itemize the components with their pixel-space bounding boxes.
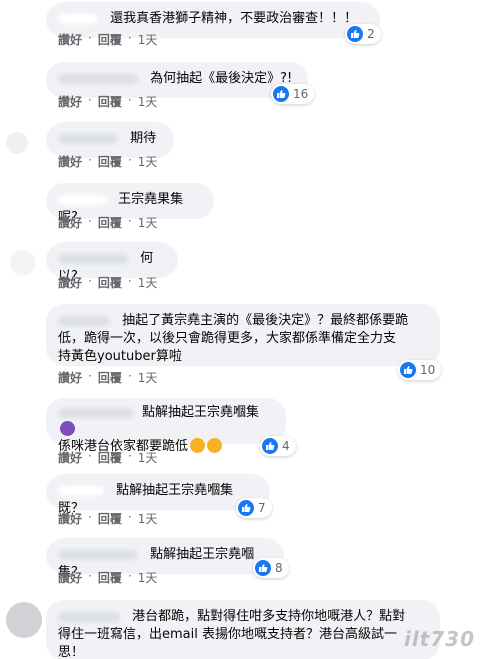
like-link[interactable]: 讚好	[58, 510, 82, 527]
timestamp[interactable]: 1天	[138, 369, 158, 386]
like-link[interactable]: 讚好	[58, 31, 82, 48]
reply-link[interactable]: 回覆	[98, 31, 122, 48]
separator: ·	[127, 153, 132, 167]
comment-bubble: 抽起了黃宗堯主演的《最後決定》？最終都係要跪 低，跪得一次，以後只會跪得更多，大…	[46, 304, 440, 366]
separator: ·	[127, 214, 132, 228]
separator: ·	[127, 510, 132, 524]
timestamp[interactable]: 1天	[138, 153, 158, 170]
like-icon	[262, 438, 278, 454]
reaction-count[interactable]: 16	[271, 84, 315, 104]
reaction-number: 8	[275, 561, 283, 575]
avatar[interactable]	[6, 602, 42, 638]
like-link[interactable]: 讚好	[58, 93, 82, 110]
comment-bubble: 點解抽起王宗堯嗰集 係咪港台依家都要跪低	[46, 398, 286, 454]
separator: ·	[127, 369, 132, 383]
commenter-name[interactable]	[58, 485, 104, 496]
separator: ·	[88, 31, 92, 45]
reaction-number: 2	[367, 27, 375, 41]
like-link[interactable]: 讚好	[58, 274, 82, 291]
reaction-count[interactable]: 2	[345, 24, 381, 44]
timestamp[interactable]: 1天	[138, 93, 158, 110]
reply-link[interactable]: 回覆	[98, 510, 122, 527]
reply-link[interactable]: 回覆	[98, 93, 122, 110]
frown-emoji-icon	[190, 438, 206, 453]
commenter-name[interactable]	[58, 315, 110, 326]
avatar[interactable]	[6, 132, 28, 154]
separator: ·	[127, 569, 132, 583]
reaction-number: 4	[282, 439, 290, 453]
reaction-number: 16	[293, 87, 309, 101]
comment-actions: 讚好 · 回覆 · 1天	[58, 214, 157, 231]
commenter-name[interactable]	[58, 194, 106, 205]
separator: ·	[127, 274, 132, 288]
reply-link[interactable]: 回覆	[98, 369, 122, 386]
comment-actions: 讚好 · 回覆 · 1天	[58, 449, 157, 466]
reply-link[interactable]: 回覆	[98, 214, 122, 231]
comment-actions: 讚好 · 回覆 · 1天	[58, 569, 157, 586]
separator: ·	[88, 214, 92, 228]
commenter-name[interactable]	[58, 13, 98, 24]
like-icon	[255, 560, 271, 576]
reaction-count[interactable]: 7	[236, 498, 272, 518]
reply-link[interactable]: 回覆	[98, 569, 122, 586]
reply-link[interactable]: 回覆	[98, 274, 122, 291]
timestamp[interactable]: 1天	[138, 31, 158, 48]
avatar[interactable]	[10, 250, 36, 276]
commenter-name[interactable]	[58, 549, 138, 560]
commenter-name[interactable]	[58, 611, 120, 622]
comment-actions: 讚好 · 回覆 · 1天	[58, 31, 157, 48]
separator: ·	[88, 274, 92, 288]
comment-text: 點解抽起王宗堯嗰集	[142, 405, 260, 420]
separator: ·	[88, 569, 92, 583]
like-link[interactable]: 讚好	[58, 449, 82, 466]
reaction-count[interactable]: 10	[398, 360, 442, 380]
timestamp[interactable]: 1天	[138, 569, 158, 586]
like-icon	[273, 86, 289, 102]
reply-link[interactable]: 回覆	[98, 153, 122, 170]
separator: ·	[88, 510, 92, 524]
comment-bubble: 何以?	[46, 242, 178, 284]
devil-emoji-icon	[60, 421, 75, 436]
like-link[interactable]: 讚好	[58, 569, 82, 586]
commenter-name[interactable]	[58, 253, 128, 264]
comment-actions: 讚好 · 回覆 · 1天	[58, 369, 157, 386]
comment-text: 還我真香港獅子精神，不要政治審查！！！	[110, 11, 358, 26]
comment-actions: 讚好 · 回覆 · 1天	[58, 510, 157, 527]
comment-text: 期待	[130, 131, 157, 146]
comment-actions: 讚好 · 回覆 · 1天	[58, 274, 157, 291]
like-icon	[238, 500, 254, 516]
commenter-name[interactable]	[58, 407, 134, 418]
comment-text: 抽起了黃宗堯主演的《最後決定》？最終都係要跪 低，跪得一次，以後只會跪得更多，大…	[58, 313, 409, 364]
frown-emoji-icon	[207, 438, 223, 453]
separator: ·	[88, 369, 92, 383]
like-link[interactable]: 讚好	[58, 369, 82, 386]
separator: ·	[88, 93, 92, 107]
comment-actions: 讚好 · 回覆 · 1天	[58, 153, 157, 170]
timestamp[interactable]: 1天	[138, 449, 158, 466]
separator: ·	[127, 93, 132, 107]
comment-text: 為何抽起《最後決定》?!	[150, 71, 293, 86]
reaction-count[interactable]: 8	[253, 558, 289, 578]
timestamp[interactable]: 1天	[138, 214, 158, 231]
reaction-count[interactable]: 4	[260, 436, 296, 456]
timestamp[interactable]: 1天	[138, 510, 158, 527]
like-icon	[347, 26, 363, 42]
like-icon	[400, 362, 416, 378]
separator: ·	[88, 449, 92, 463]
reaction-number: 7	[258, 501, 266, 515]
like-link[interactable]: 讚好	[58, 214, 82, 231]
separator: ·	[127, 449, 132, 463]
timestamp[interactable]: 1天	[138, 274, 158, 291]
commenter-name[interactable]	[58, 73, 138, 84]
separator: ·	[127, 31, 132, 45]
comment-actions: 讚好 · 回覆 · 1天	[58, 93, 157, 110]
comment-bubble: 港台都跪，點對得住咁多支持你地嘅港人？點對 得住一班寫信，出email 表揚你地…	[46, 600, 440, 659]
separator: ·	[88, 153, 92, 167]
like-link[interactable]: 讚好	[58, 153, 82, 170]
reaction-number: 10	[420, 363, 436, 377]
watermark-logo: ilt730	[403, 627, 475, 651]
reply-link[interactable]: 回覆	[98, 449, 122, 466]
commenter-name[interactable]	[58, 133, 118, 144]
